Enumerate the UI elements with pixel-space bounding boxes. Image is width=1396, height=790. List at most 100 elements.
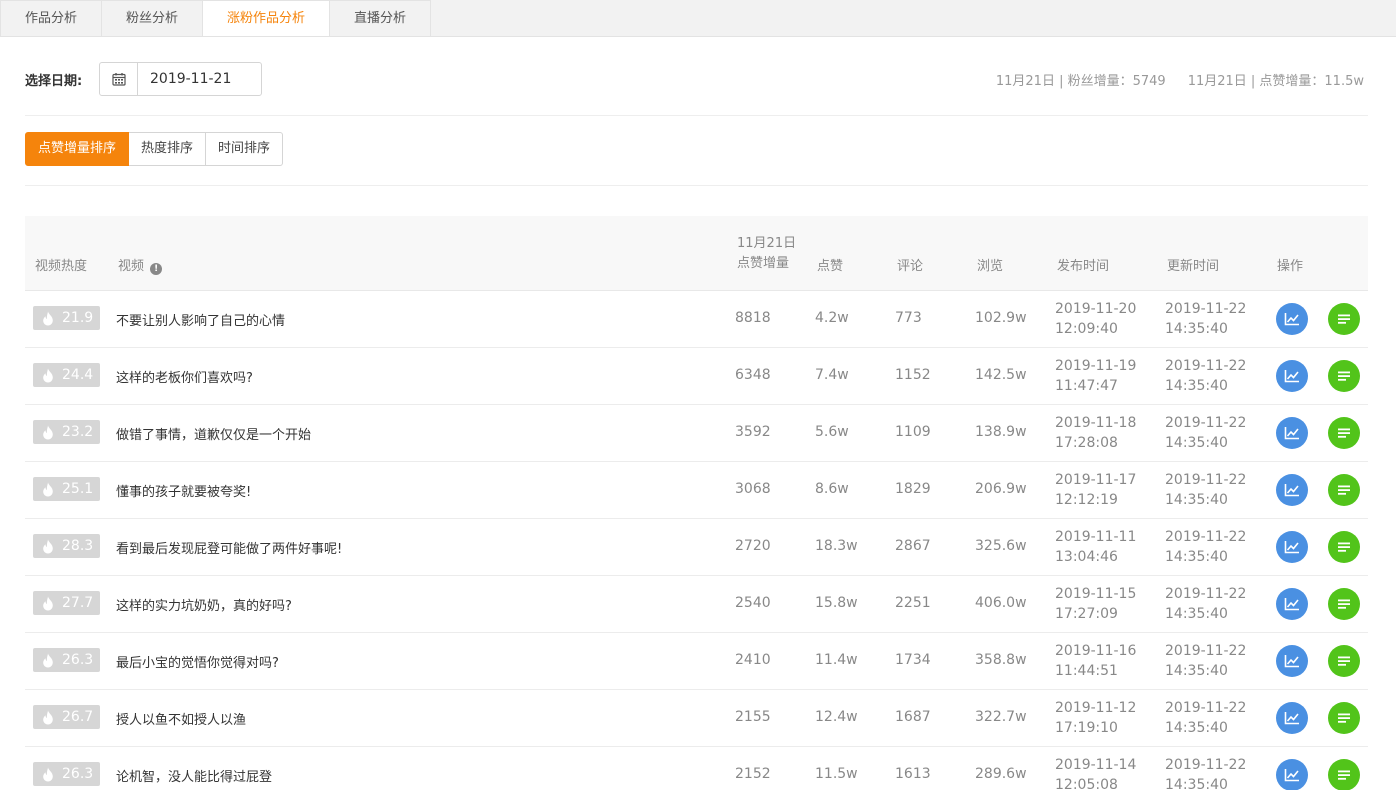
likes-count: 11.4w xyxy=(815,652,858,668)
flame-icon xyxy=(43,653,53,667)
line-chart-icon xyxy=(1284,655,1299,668)
likes-count: 12.4w xyxy=(815,709,858,725)
trend-chart-button[interactable] xyxy=(1276,417,1308,449)
video-title[interactable]: 这样的实力坑奶奶，真的好吗? xyxy=(116,595,292,614)
divider xyxy=(25,185,1368,186)
likes-count: 7.4w xyxy=(815,367,849,383)
sort-by-heat-button[interactable]: 热度排序 xyxy=(129,132,207,166)
sort-button-group: 点赞增量排序 热度排序 时间排序 xyxy=(25,132,284,166)
comments-count: 1829 xyxy=(895,481,931,497)
update-time: 2019-11-22 14:35:40 xyxy=(1165,529,1247,565)
views-count: 138.9w xyxy=(975,424,1027,440)
video-title[interactable]: 做错了事情，道歉仅仅是一个开始 xyxy=(116,424,311,443)
trend-chart-button[interactable] xyxy=(1276,303,1308,335)
video-title[interactable]: 这样的老板你们喜欢吗? xyxy=(116,367,253,386)
detail-button[interactable] xyxy=(1328,702,1360,734)
heat-value: 26.7 xyxy=(62,709,94,725)
like-increment: 2540 xyxy=(735,595,771,611)
update-time: 2019-11-22 14:35:40 xyxy=(1165,757,1247,790)
calendar-icon[interactable] xyxy=(100,63,138,95)
views-count: 206.9w xyxy=(975,481,1027,497)
list-icon xyxy=(1338,485,1350,495)
table-row[interactable]: 24.4 这样的老板你们喜欢吗? 6348 7.4w 1152 142.5w 2… xyxy=(25,348,1368,405)
likes-count: 5.6w xyxy=(815,424,849,440)
like-increment: 2152 xyxy=(735,766,771,782)
tab-bar: 作品分析 粉丝分析 涨粉作品分析 直播分析 xyxy=(0,0,432,37)
trend-chart-button[interactable] xyxy=(1276,531,1308,563)
heat-badge: 28.3 xyxy=(33,534,100,558)
video-title[interactable]: 论机智，没人能比得过屁登 xyxy=(116,766,272,785)
col-likes[interactable]: 点赞 xyxy=(817,255,843,274)
date-picker[interactable] xyxy=(99,62,262,96)
detail-button[interactable] xyxy=(1328,474,1360,506)
col-comments[interactable]: 评论 xyxy=(897,255,923,274)
table-row[interactable]: 25.1 懂事的孩子就要被夸奖! 3068 8.6w 1829 206.9w 2… xyxy=(25,462,1368,519)
sort-by-time-button[interactable]: 时间排序 xyxy=(206,132,284,166)
heat-badge: 21.9 xyxy=(33,306,100,330)
list-icon xyxy=(1338,656,1350,666)
list-icon xyxy=(1338,542,1350,552)
heat-value: 27.7 xyxy=(62,595,94,611)
table-row[interactable]: 27.7 这样的实力坑奶奶，真的好吗? 2540 15.8w 2251 406.… xyxy=(25,576,1368,633)
trend-chart-button[interactable] xyxy=(1276,759,1308,790)
video-title[interactable]: 看到最后发现屁登可能做了两件好事呢! xyxy=(116,538,342,557)
video-title[interactable]: 授人以鱼不如授人以渔 xyxy=(116,709,246,728)
heat-value: 26.3 xyxy=(62,766,94,782)
publish-time: 2019-11-12 17:19:10 xyxy=(1055,700,1137,736)
publish-time: 2019-11-19 11:47:47 xyxy=(1055,358,1137,394)
table-row[interactable]: 26.3 最后小宝的觉悟你觉得对吗? 2410 11.4w 1734 358.8… xyxy=(25,633,1368,690)
views-count: 325.6w xyxy=(975,538,1027,554)
tab-live-analysis[interactable]: 直播分析 xyxy=(330,0,432,37)
comments-count: 1734 xyxy=(895,652,931,668)
comments-count: 1613 xyxy=(895,766,931,782)
detail-button[interactable] xyxy=(1328,588,1360,620)
video-title[interactable]: 最后小宝的觉悟你觉得对吗? xyxy=(116,652,279,671)
table-row[interactable]: 26.7 授人以鱼不如授人以渔 2155 12.4w 1687 322.7w 2… xyxy=(25,690,1368,747)
video-title[interactable]: 不要让别人影响了自己的心情 xyxy=(116,310,285,329)
list-icon xyxy=(1338,770,1350,780)
video-title[interactable]: 懂事的孩子就要被夸奖! xyxy=(116,481,251,500)
sort-by-likes-button[interactable]: 点赞增量排序 xyxy=(25,132,130,166)
views-count: 102.9w xyxy=(975,310,1027,326)
trend-chart-button[interactable] xyxy=(1276,645,1308,677)
table-row[interactable]: 26.3 论机智，没人能比得过屁登 2152 11.5w 1613 289.6w… xyxy=(25,747,1368,790)
tab-fans-analysis[interactable]: 粉丝分析 xyxy=(102,0,204,37)
trend-chart-button[interactable] xyxy=(1276,588,1308,620)
list-icon xyxy=(1338,428,1350,438)
heat-value: 21.9 xyxy=(62,310,94,326)
fans-increment-stat: 11月21日 | 粉丝增量：5749 xyxy=(995,74,1166,89)
info-icon[interactable]: ! xyxy=(150,263,163,275)
tab-fan-growth-works[interactable]: 涨粉作品分析 xyxy=(203,0,331,37)
table-row[interactable]: 28.3 看到最后发现屁登可能做了两件好事呢! 2720 18.3w 2867 … xyxy=(25,519,1368,576)
comments-count: 1109 xyxy=(895,424,931,440)
line-chart-icon xyxy=(1284,427,1299,440)
table-row[interactable]: 21.9 不要让别人影响了自己的心情 8818 4.2w 773 102.9w … xyxy=(25,291,1368,348)
detail-button[interactable] xyxy=(1328,531,1360,563)
trend-chart-button[interactable] xyxy=(1276,360,1308,392)
heat-badge: 25.1 xyxy=(33,477,100,501)
comments-count: 773 xyxy=(895,310,922,326)
publish-time: 2019-11-11 13:04:46 xyxy=(1055,529,1137,565)
detail-button[interactable] xyxy=(1328,417,1360,449)
table-row[interactable]: 23.2 做错了事情，道歉仅仅是一个开始 3592 5.6w 1109 138.… xyxy=(25,405,1368,462)
detail-button[interactable] xyxy=(1328,303,1360,335)
trend-chart-button[interactable] xyxy=(1276,702,1308,734)
detail-button[interactable] xyxy=(1328,759,1360,790)
col-like-increment[interactable]: 11月21日 点赞增量 xyxy=(737,234,796,274)
heat-value: 26.3 xyxy=(62,652,94,668)
detail-button[interactable] xyxy=(1328,645,1360,677)
col-views[interactable]: 浏览 xyxy=(977,255,1003,274)
flame-icon xyxy=(43,482,53,496)
detail-button[interactable] xyxy=(1328,360,1360,392)
date-label: 选择日期: xyxy=(25,74,83,89)
col-publish-time[interactable]: 发布时间 xyxy=(1057,255,1109,274)
like-increment: 8818 xyxy=(735,310,771,326)
likes-count: 15.8w xyxy=(815,595,858,611)
likes-count: 4.2w xyxy=(815,310,849,326)
date-input[interactable] xyxy=(138,63,258,95)
trend-chart-button[interactable] xyxy=(1276,474,1308,506)
col-video: 视频 ! xyxy=(118,255,163,275)
line-chart-icon xyxy=(1284,370,1299,383)
publish-time: 2019-11-20 12:09:40 xyxy=(1055,301,1137,337)
tab-works-analysis[interactable]: 作品分析 xyxy=(0,0,103,37)
